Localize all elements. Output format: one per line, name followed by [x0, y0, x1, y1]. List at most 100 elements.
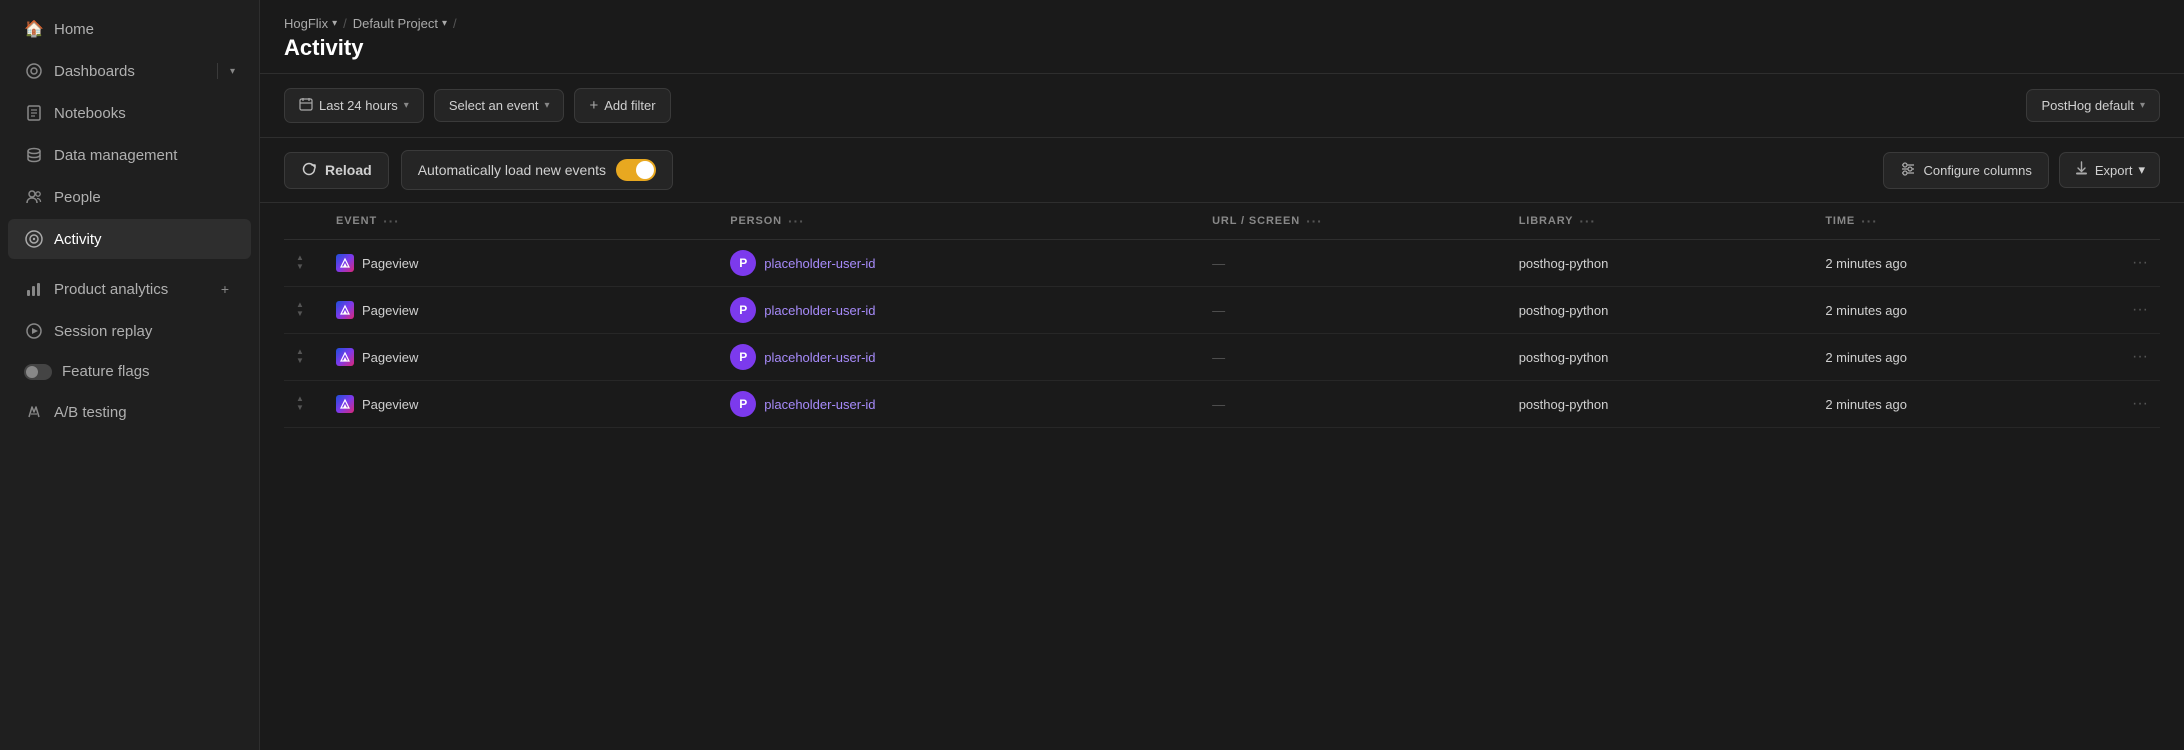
events-table-container: EVENT ··· PERSON ··· URL / SCREEN — [260, 203, 2184, 750]
plus-icon: + — [589, 97, 598, 114]
table-row[interactable]: ▲ ▼ Pageview P pla — [284, 381, 2160, 428]
export-button[interactable]: Export ▾ — [2059, 152, 2160, 188]
avatar: P — [730, 344, 756, 370]
chevron-down-icon[interactable]: ▾ — [230, 66, 235, 77]
person-id[interactable]: placeholder-user-id — [764, 350, 875, 365]
sidebar-item-home[interactable]: 🏠 Home — [8, 9, 251, 49]
breadcrumb-hogflix[interactable]: HogFlix ▾ — [284, 16, 337, 31]
breadcrumb-separator-2: / — [453, 16, 457, 31]
posthog-default-button[interactable]: PostHog default ▾ — [2026, 89, 2160, 122]
th-person: PERSON ··· — [718, 203, 1200, 240]
breadcrumb-project[interactable]: Default Project ▾ — [353, 16, 447, 31]
export-icon — [2074, 161, 2089, 179]
calendar-icon — [299, 97, 313, 114]
time-col-menu[interactable]: ··· — [1861, 213, 1878, 229]
sidebar-item-people[interactable]: People — [8, 177, 251, 217]
chevron-down-icon: ▾ — [2138, 162, 2145, 178]
library-value: posthog-python — [1519, 397, 1609, 412]
event-name: Pageview — [362, 303, 418, 318]
sidebar-item-label: Product analytics — [54, 281, 205, 298]
expand-down-icon[interactable]: ▼ — [296, 310, 312, 319]
reload-label: Reload — [325, 162, 372, 178]
person-cell: P placeholder-user-id — [718, 287, 1200, 334]
event-name: Pageview — [362, 256, 418, 271]
add-filter-label: Add filter — [604, 98, 655, 113]
table-row[interactable]: ▲ ▼ Pageview P pla — [284, 334, 2160, 381]
url-col-menu[interactable]: ··· — [1306, 213, 1323, 229]
auto-load-label: Automatically load new events — [418, 162, 606, 178]
table-row[interactable]: ▲ ▼ Pageview P pla — [284, 240, 2160, 287]
add-product-analytics-button[interactable]: + — [215, 279, 235, 299]
sidebar-item-feature-flags[interactable]: Feature flags — [8, 353, 251, 390]
sidebar-item-label: Home — [54, 21, 235, 38]
row-options-button[interactable]: ··· — [2132, 301, 2148, 318]
table-row[interactable]: ▲ ▼ Pageview P pla — [284, 287, 2160, 334]
row-options-button[interactable]: ··· — [2132, 348, 2148, 365]
expand-down-icon[interactable]: ▼ — [296, 357, 312, 366]
sidebar-item-ab-testing[interactable]: A/B testing — [8, 392, 251, 432]
sidebar-item-session-replay[interactable]: Session replay — [8, 311, 251, 351]
row-expand-buttons[interactable]: ▲ ▼ — [296, 395, 312, 413]
sidebar-item-dashboards[interactable]: Dashboards ▾ — [8, 51, 251, 91]
row-menu-cell: ··· — [2120, 287, 2160, 334]
event-name: Pageview — [362, 397, 418, 412]
auto-load-toggle[interactable] — [616, 159, 656, 181]
event-col-menu[interactable]: ··· — [383, 213, 400, 229]
person-col-menu[interactable]: ··· — [788, 213, 805, 229]
event-filter-button[interactable]: Select an event ▾ — [434, 89, 565, 122]
event-cell: Pageview — [324, 334, 718, 381]
row-options-button[interactable]: ··· — [2132, 395, 2148, 412]
time-value: 2 minutes ago — [1825, 303, 1907, 318]
breadcrumb-project-label: Default Project — [353, 16, 438, 31]
url-screen-cell: — — [1200, 334, 1507, 381]
person-id[interactable]: placeholder-user-id — [764, 256, 875, 271]
time-cell: 2 minutes ago — [1813, 287, 2120, 334]
row-expand-buttons[interactable]: ▲ ▼ — [296, 254, 312, 272]
library-col-menu[interactable]: ··· — [1579, 213, 1596, 229]
filter-toolbar: Last 24 hours ▾ Select an event ▾ + Add … — [260, 74, 2184, 138]
action-toolbar: Reload Automatically load new events — [260, 138, 2184, 203]
ab-testing-icon — [24, 402, 44, 422]
configure-columns-label: Configure columns — [1924, 163, 2032, 178]
url-screen-cell: — — [1200, 381, 1507, 428]
breadcrumb-separator: / — [343, 16, 347, 31]
people-icon — [24, 187, 44, 207]
chevron-down-icon: ▾ — [332, 18, 337, 29]
sidebar-item-product-analytics[interactable]: Product analytics + — [8, 269, 251, 309]
url-screen-cell: — — [1200, 240, 1507, 287]
time-filter-button[interactable]: Last 24 hours ▾ — [284, 88, 424, 123]
expand-down-icon[interactable]: ▼ — [296, 404, 312, 413]
library-value: posthog-python — [1519, 350, 1609, 365]
person-id[interactable]: placeholder-user-id — [764, 397, 875, 412]
row-expand-cell: ▲ ▼ — [284, 381, 324, 428]
event-cell: Pageview — [324, 381, 718, 428]
time-value: 2 minutes ago — [1825, 397, 1907, 412]
th-library: LIBRARY ··· — [1507, 203, 1814, 240]
toggle-knob — [636, 161, 654, 179]
data-management-icon — [24, 145, 44, 165]
library-cell: posthog-python — [1507, 334, 1814, 381]
person-id[interactable]: placeholder-user-id — [764, 303, 875, 318]
configure-columns-button[interactable]: Configure columns — [1883, 152, 2049, 189]
posthog-default-label: PostHog default — [2041, 98, 2134, 113]
chevron-down-icon: ▾ — [2140, 100, 2145, 111]
th-row-menu — [2120, 203, 2160, 240]
reload-button[interactable]: Reload — [284, 152, 389, 189]
row-options-button[interactable]: ··· — [2132, 254, 2148, 271]
row-expand-buttons[interactable]: ▲ ▼ — [296, 301, 312, 319]
toolbar2-right: Configure columns Export ▾ — [1883, 152, 2161, 189]
event-cell: Pageview — [324, 287, 718, 334]
sidebar-item-notebooks[interactable]: Notebooks — [8, 93, 251, 133]
sidebar-item-data-management[interactable]: Data management — [8, 135, 251, 175]
row-menu-cell: ··· — [2120, 334, 2160, 381]
row-menu-cell: ··· — [2120, 240, 2160, 287]
sidebar-item-label: A/B testing — [54, 404, 235, 421]
sidebar-item-activity[interactable]: Activity — [8, 219, 251, 259]
add-filter-button[interactable]: + Add filter — [574, 88, 670, 123]
sidebar-item-label: Notebooks — [54, 105, 235, 122]
row-expand-buttons[interactable]: ▲ ▼ — [296, 348, 312, 366]
th-expand — [284, 203, 324, 240]
expand-down-icon[interactable]: ▼ — [296, 263, 312, 272]
time-cell: 2 minutes ago — [1813, 381, 2120, 428]
event-name: Pageview — [362, 350, 418, 365]
